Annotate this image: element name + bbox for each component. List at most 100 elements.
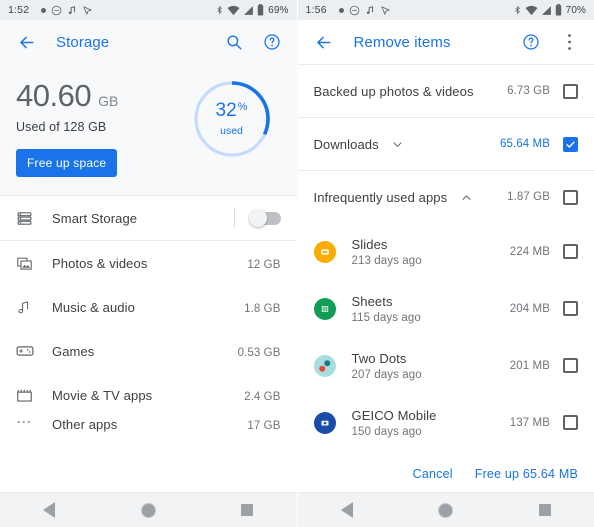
storage-list-icon — [16, 210, 42, 227]
cancel-button[interactable]: Cancel — [413, 467, 453, 481]
app-size: 137 MB — [509, 416, 550, 429]
storage-used-unit: GB — [98, 93, 119, 109]
photos-icon — [16, 255, 42, 272]
removable-group-checkbox[interactable] — [563, 83, 578, 99]
storage-category-body: Movie & TV apps 2.4 GB — [52, 388, 281, 403]
smart-storage-toggle[interactable] — [248, 208, 281, 227]
status-bar-right: 1:56 70% — [297, 0, 594, 20]
app-size: 201 MB — [509, 359, 550, 372]
recents-nav-icon[interactable] — [227, 493, 267, 527]
donut-percent-sign: % — [237, 101, 248, 113]
status-bar-left-group: 1:52 — [8, 4, 215, 16]
bottom-actions: Cancel Free up 65.64 MB — [298, 451, 594, 497]
donut-percent-wrap: 32 % — [216, 101, 248, 120]
donut-center-label: 32 % used — [191, 78, 273, 160]
bluetooth-icon — [513, 4, 522, 16]
signal-icon — [243, 5, 254, 16]
storage-category-size: 17 GB — [247, 420, 281, 432]
home-nav-icon[interactable] — [128, 493, 168, 527]
status-time: 1:52 — [8, 4, 30, 16]
storage-category-row[interactable]: Movie & TV apps 2.4 GB — [0, 373, 297, 417]
app-name: GEICO Mobile — [351, 407, 437, 423]
removable-group-row[interactable]: Backed up photos & videos 6.73 GB — [298, 65, 594, 117]
system-nav-bar — [297, 492, 594, 527]
removable-group-checkbox[interactable] — [563, 136, 578, 152]
storage-app-bar: Storage — [0, 20, 297, 64]
battery-percent: 70% — [565, 4, 586, 16]
storage-summary: 40.60 GB Used of 128 GB Free up space 32… — [0, 64, 297, 195]
app-checkbox[interactable] — [563, 244, 578, 259]
movie-clapper-icon — [16, 387, 42, 403]
recents-nav-icon[interactable] — [525, 493, 565, 527]
app-checkbox[interactable] — [563, 358, 578, 373]
app-last-used: 115 days ago — [351, 311, 421, 324]
storage-category-body: Other apps 17 GB — [52, 417, 281, 432]
storage-category-name: Other apps — [52, 417, 118, 432]
chevron-up-icon[interactable] — [457, 188, 475, 206]
storage-screen: 1:52 69% Storage 40.60 GB Used of 128 GB… — [0, 0, 298, 527]
back-nav-icon[interactable] — [327, 493, 367, 527]
storage-category-header: Movie & TV apps 2.4 GB — [52, 388, 281, 403]
removable-group-size: 6.73 GB — [507, 85, 550, 97]
chevron-down-icon[interactable] — [389, 135, 407, 153]
storage-category-size: 2.4 GB — [244, 390, 281, 403]
free-up-button[interactable]: Free up 65.64 MB — [475, 467, 578, 481]
storage-used-amount: 40.60 GB — [16, 80, 118, 111]
storage-category-header: Other apps 17 GB — [52, 417, 281, 432]
app-info: GEICO Mobile 150 days ago — [352, 408, 510, 438]
storage-category-row[interactable]: Other apps 17 GB — [0, 417, 297, 443]
app-size: 204 MB — [509, 302, 550, 315]
system-nav-bar — [0, 492, 297, 527]
app-last-used: 207 days ago — [351, 368, 422, 381]
wifi-icon — [227, 5, 240, 16]
removable-group-row[interactable]: Infrequently used apps 1.87 GB — [298, 171, 594, 223]
app-size: 224 MB — [509, 245, 550, 258]
free-up-space-button[interactable]: Free up space — [16, 149, 118, 177]
status-time: 1:56 — [305, 4, 327, 16]
donut-percent-value: 32 — [215, 100, 237, 121]
status-bar-right-group: 69% — [215, 4, 288, 16]
removable-group-label: Infrequently used apps — [313, 189, 448, 205]
page-title: Remove items — [353, 33, 451, 51]
app-row[interactable]: Two Dots 207 days ago 201 MB — [298, 337, 594, 394]
app-row[interactable]: Sheets 115 days ago 204 MB — [298, 280, 594, 337]
storage-category-row[interactable]: Games 0.53 GB — [0, 329, 297, 373]
two-dots-app-icon — [313, 354, 336, 377]
storage-category-name: Games — [52, 343, 95, 359]
status-bar-right-group: 70% — [513, 4, 586, 16]
more-vertical-icon[interactable] — [558, 31, 580, 53]
back-nav-icon[interactable] — [29, 493, 69, 527]
app-checkbox[interactable] — [563, 301, 578, 316]
music-note-icon — [365, 5, 375, 16]
smart-storage-label: Smart Storage — [52, 210, 138, 226]
slides-app-icon — [313, 240, 336, 263]
app-row[interactable]: Slides 213 days ago 224 MB — [298, 223, 594, 280]
do-not-disturb-icon — [349, 5, 360, 16]
smart-storage-row[interactable]: Smart Storage — [0, 196, 297, 240]
storage-category-row[interactable]: Music & audio 1.8 GB — [0, 285, 297, 329]
location-icon — [82, 5, 93, 16]
storage-category-name: Music & audio — [52, 299, 135, 315]
page-title: Storage — [56, 33, 110, 51]
storage-category-row[interactable]: Photos & videos 12 GB — [0, 241, 297, 285]
sheets-app-icon — [313, 297, 336, 320]
home-nav-icon[interactable] — [426, 493, 466, 527]
music-note-icon — [16, 299, 42, 316]
removable-group-row[interactable]: Downloads 65.64 MB — [298, 118, 594, 170]
search-icon[interactable] — [223, 31, 245, 53]
storage-category-body: Photos & videos 12 GB — [52, 256, 281, 271]
removable-group-label: Backed up photos & videos — [313, 83, 474, 99]
storage-summary-text: 40.60 GB Used of 128 GB Free up space — [16, 76, 118, 177]
divider — [233, 208, 235, 228]
back-arrow-icon[interactable] — [14, 30, 38, 54]
app-checkbox[interactable] — [563, 415, 578, 430]
help-icon[interactable] — [520, 31, 542, 53]
removable-group-checkbox[interactable] — [563, 189, 578, 205]
app-info: Sheets 115 days ago — [352, 294, 510, 324]
app-row[interactable]: GEICO Mobile 150 days ago 137 MB — [298, 394, 594, 451]
more-dots-icon — [16, 417, 42, 425]
help-icon[interactable] — [261, 31, 283, 53]
storage-category-size: 1.8 GB — [244, 302, 281, 315]
back-arrow-icon[interactable] — [312, 30, 336, 54]
do-not-disturb-icon — [51, 5, 62, 16]
